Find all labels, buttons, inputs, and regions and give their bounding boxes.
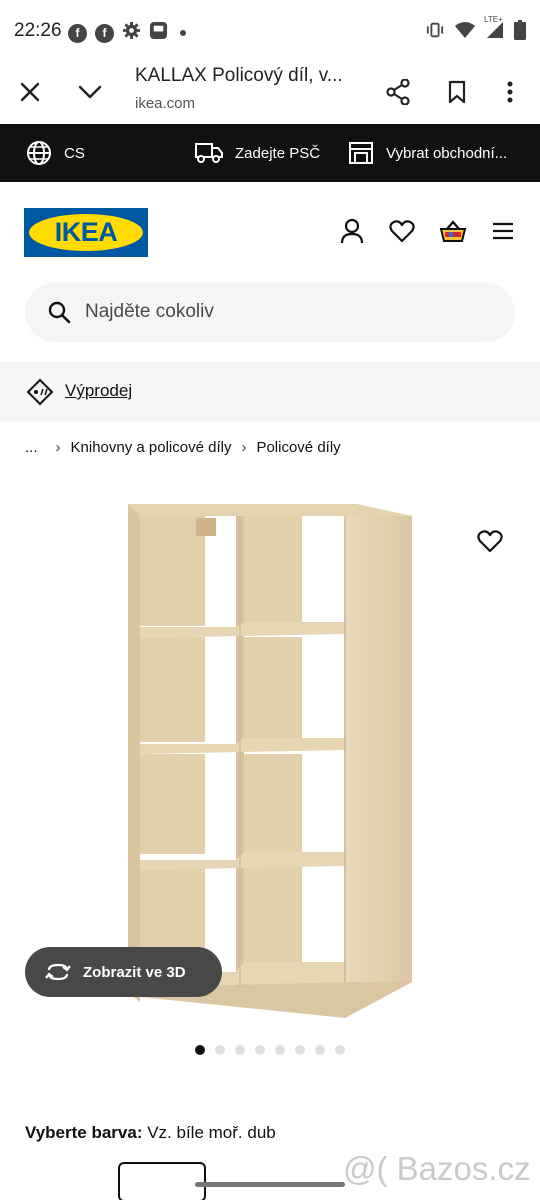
image-carousel-dots <box>195 1045 345 1055</box>
color-selector-row: Vyberte barva: Vz. bíle moř. dub <box>25 1123 276 1143</box>
ikea-header: IKEA <box>0 182 540 282</box>
wifi-icon <box>454 21 476 44</box>
app-icon <box>149 21 168 45</box>
facebook-icon: f <box>68 23 87 43</box>
carousel-dot[interactable] <box>295 1045 305 1055</box>
settings-gear-icon <box>122 21 141 45</box>
heart-icon <box>477 530 503 553</box>
cart-button[interactable] <box>438 216 468 246</box>
sale-link[interactable]: Výprodej <box>65 381 132 401</box>
color-swatch-selected[interactable] <box>118 1162 206 1200</box>
add-to-wishlist-button[interactable] <box>474 525 506 557</box>
carousel-dot[interactable] <box>195 1045 205 1055</box>
carousel-dot[interactable] <box>335 1045 345 1055</box>
shopping-bag-icon <box>439 220 467 242</box>
bookmark-icon <box>448 80 466 104</box>
page-title: KALLAX Policový díl, v... <box>135 65 343 86</box>
more-vertical-icon <box>507 81 513 103</box>
breadcrumb-item[interactable]: Knihovny a policové díly <box>71 439 232 456</box>
ikea-top-strip: CS Zadejte PSČ Vybrat obchodní... <box>0 124 540 182</box>
sale-banner: Výprodej <box>0 362 540 421</box>
language-selector[interactable]: CS <box>26 124 85 182</box>
globe-icon <box>27 141 51 165</box>
carousel-dot[interactable] <box>215 1045 225 1055</box>
network-type-label: LTE+ <box>484 15 503 24</box>
hamburger-menu-icon <box>493 222 513 240</box>
wishlist-button[interactable] <box>387 216 417 246</box>
close-tab-button[interactable] <box>10 72 50 112</box>
store-label: Vybrat obchodní... <box>386 144 508 162</box>
signal-icon: LTE+ <box>484 15 504 44</box>
more-options-button[interactable] <box>490 72 530 112</box>
chevron-right-icon: › <box>241 439 247 456</box>
status-time: 22:26 <box>14 20 62 41</box>
gesture-nav-handle[interactable] <box>195 1182 345 1187</box>
view-in-3d-button[interactable]: Zobrazit ve 3D <box>25 947 222 997</box>
account-button[interactable] <box>337 216 367 246</box>
system-icons: LTE+ <box>426 15 526 45</box>
chevron-right-icon: › <box>55 439 61 456</box>
chevron-down-icon <box>78 85 102 99</box>
carousel-dot[interactable] <box>255 1045 265 1055</box>
carousel-dot[interactable] <box>275 1045 285 1055</box>
carousel-dot[interactable] <box>235 1045 245 1055</box>
language-label: CS <box>64 144 85 162</box>
page-url: ikea.com <box>135 95 196 112</box>
breadcrumb-item[interactable]: Policové díly <box>256 439 340 456</box>
price-tag-icon <box>26 378 54 406</box>
watermark: @( Bazos.cz <box>343 1150 531 1187</box>
heart-icon <box>389 220 415 243</box>
collapse-button[interactable] <box>70 72 110 112</box>
color-value: Vz. bíle moř. dub <box>147 1123 276 1142</box>
color-label: Vyberte barva: <box>25 1123 143 1142</box>
facebook-icon: f <box>95 23 114 43</box>
share-icon <box>386 79 410 105</box>
search-input[interactable]: Najděte cokoliv <box>25 283 515 342</box>
store-icon <box>349 142 373 164</box>
menu-button[interactable] <box>488 216 518 246</box>
breadcrumb: ... › Knihovny a policové díly › Policov… <box>25 439 341 456</box>
browser-toolbar: KALLAX Policový díl, v... ikea.com <box>0 62 540 124</box>
ikea-logo[interactable]: IKEA <box>24 208 148 257</box>
view-in-3d-label: Zobrazit ve 3D <box>83 963 186 981</box>
share-button[interactable] <box>378 72 418 112</box>
notification-icons: f f <box>68 21 186 45</box>
search-placeholder: Najděte cokoliv <box>85 301 214 322</box>
breadcrumb-ellipsis[interactable]: ... <box>25 439 38 456</box>
carousel-dot[interactable] <box>315 1045 325 1055</box>
store-selector[interactable]: Vybrat obchodní... <box>348 124 507 182</box>
search-icon <box>48 301 71 324</box>
user-icon <box>340 218 364 244</box>
postal-code-button[interactable]: Zadejte PSČ <box>195 124 320 182</box>
vibrate-icon <box>426 21 444 44</box>
rotate-3d-icon <box>45 963 71 981</box>
close-icon <box>20 82 40 102</box>
more-notifications-dot <box>180 30 186 36</box>
bookmark-button[interactable] <box>437 72 477 112</box>
battery-icon <box>514 20 526 45</box>
status-bar: 22:26 f f LTE+ <box>0 0 540 62</box>
postal-code-label: Zadejte PSČ <box>235 144 321 162</box>
delivery-truck-icon <box>195 143 223 163</box>
